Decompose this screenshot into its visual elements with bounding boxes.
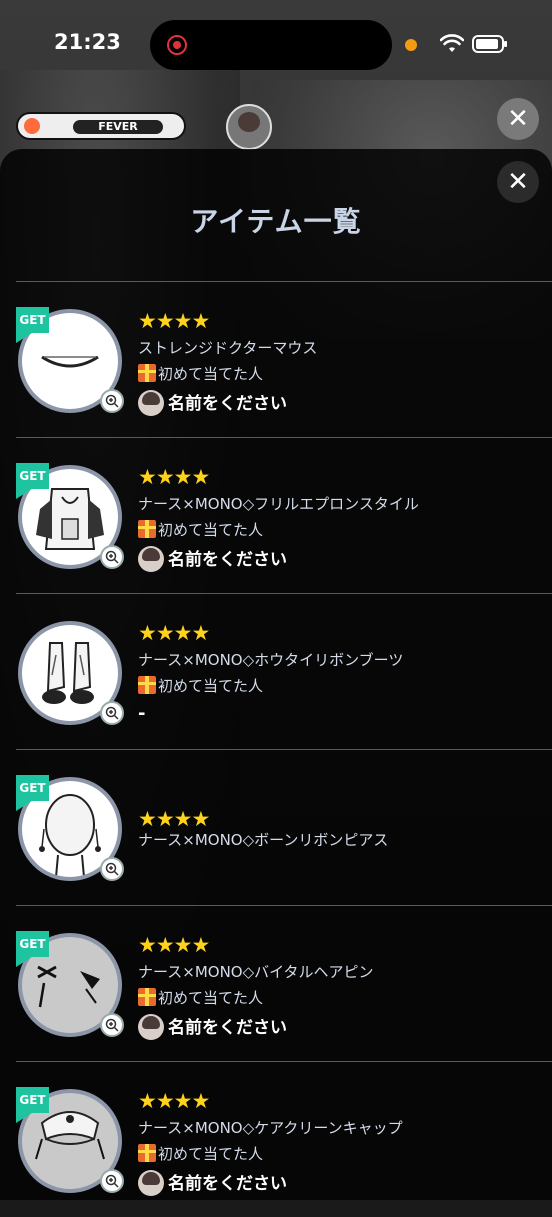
first-winner-label: 初めて当てた人 — [138, 519, 263, 540]
item-name: ナース×MONO◇ホウタイリボンブーツ — [138, 651, 404, 669]
zoom-in-icon[interactable] — [100, 1169, 124, 1193]
gift-icon — [138, 364, 156, 382]
fever-gauge: FEVER — [16, 112, 186, 140]
avatar — [138, 546, 164, 572]
get-badge: GET — [16, 775, 49, 811]
fever-dot-icon — [24, 118, 40, 134]
rarity-stars: ★★★★ — [138, 807, 210, 831]
item-name: ストレンジドクターマウス — [138, 339, 318, 357]
first-winner-name[interactable]: 名前をください — [138, 1169, 287, 1196]
rarity-stars: ★★★★ — [138, 309, 210, 333]
get-badge: GET — [16, 931, 49, 967]
zoom-in-icon[interactable] — [100, 545, 124, 569]
first-winner-name[interactable]: 名前をください — [138, 545, 287, 572]
battery-icon — [472, 35, 507, 53]
status-time: 21:23 — [54, 30, 121, 54]
get-badge: GET — [16, 307, 49, 343]
zoom-in-icon[interactable] — [100, 857, 124, 881]
rarity-stars: ★★★★ — [138, 933, 210, 957]
recording-icon — [167, 35, 187, 55]
rarity-stars: ★★★★ — [138, 1089, 210, 1113]
item-row[interactable]: GET ★★★★ ナース×MONO◇バイタルヘアピン 初めて当てた人 名前をくだ… — [0, 905, 552, 1061]
first-winner-label: 初めて当てた人 — [138, 675, 263, 696]
item-name: ナース×MONO◇ボーンリボンピアス — [138, 831, 389, 849]
zoom-in-icon[interactable] — [100, 389, 124, 413]
first-winner-name[interactable]: 名前をください — [138, 1013, 287, 1040]
first-winner-label: 初めて当てた人 — [138, 363, 263, 384]
modal-close-button[interactable]: ✕ — [497, 161, 539, 203]
avatar — [138, 390, 164, 416]
get-badge: GET — [16, 463, 49, 499]
first-winner-empty: - — [138, 703, 146, 724]
item-name: ナース×MONO◇バイタルヘアピン — [138, 963, 374, 981]
mic-indicator-icon — [405, 39, 417, 51]
gift-icon — [138, 988, 156, 1006]
avatar — [138, 1014, 164, 1040]
item-row[interactable]: GET ★★★★ ストレンジドクターマウス 初めて当てた人 名前をください — [0, 281, 552, 437]
gift-icon — [138, 676, 156, 694]
close-icon[interactable]: ✕ — [497, 98, 539, 140]
first-winner-label: 初めて当てた人 — [138, 987, 263, 1008]
modal-title: アイテム一覧 — [190, 205, 362, 238]
fever-label: FEVER — [73, 120, 163, 134]
dynamic-island — [150, 20, 392, 70]
zoom-in-icon[interactable] — [100, 701, 124, 725]
item-row[interactable]: GET ★★★★ ナース×MONO◇フリルエプロンスタイル 初めて当てた人 名前… — [0, 437, 552, 593]
item-name: ナース×MONO◇ケアクリーンキャップ — [138, 1119, 403, 1137]
wifi-icon — [440, 34, 464, 52]
gift-icon — [138, 520, 156, 538]
zoom-in-icon[interactable] — [100, 1013, 124, 1037]
item-row[interactable]: ★★★★ ナース×MONO◇ホウタイリボンブーツ 初めて当てた人 - — [0, 593, 552, 749]
rarity-stars: ★★★★ — [138, 621, 210, 645]
player-avatar — [226, 104, 272, 150]
gift-icon — [138, 1144, 156, 1162]
first-winner-label: 初めて当てた人 — [138, 1143, 263, 1164]
avatar — [138, 1170, 164, 1196]
get-badge: GET — [16, 1087, 49, 1123]
status-bar: 21:23 — [0, 0, 552, 90]
item-row[interactable]: GET ★★★★ ナース×MONO◇ケアクリーンキャップ 初めて当てた人 名前を… — [0, 1061, 552, 1217]
rarity-stars: ★★★★ — [138, 465, 210, 489]
item-name: ナース×MONO◇フリルエプロンスタイル — [138, 495, 419, 513]
first-winner-name[interactable]: 名前をください — [138, 389, 287, 416]
item-row[interactable]: GET ★★★★ ナース×MONO◇ボーンリボンピアス — [0, 749, 552, 905]
